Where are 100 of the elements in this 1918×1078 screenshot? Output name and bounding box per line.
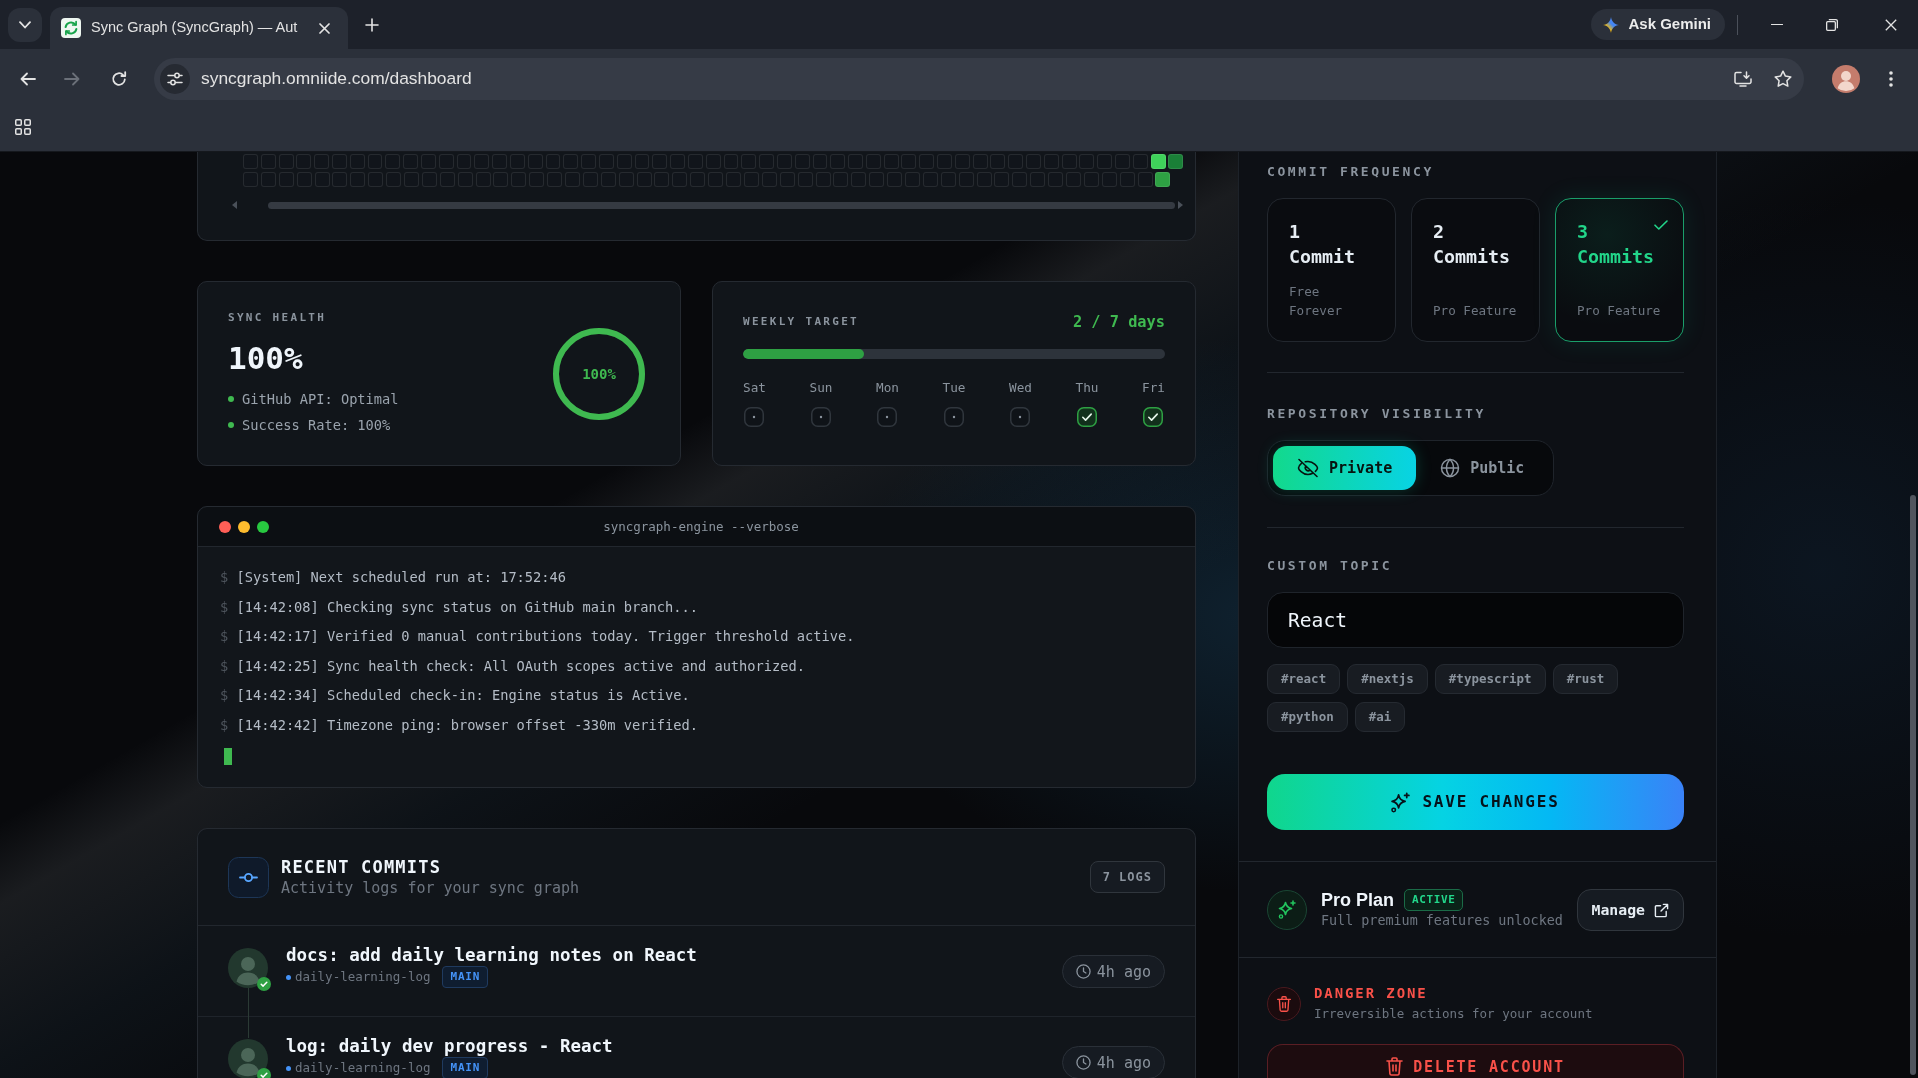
timeline-line bbox=[247, 988, 249, 1038]
prompt-symbol: $ bbox=[220, 597, 229, 617]
restore-icon[interactable] bbox=[1826, 18, 1838, 31]
topic-tag[interactable]: #python bbox=[1267, 702, 1348, 732]
manage-button[interactable]: Manage bbox=[1576, 889, 1684, 931]
scrollbar-thumb[interactable] bbox=[268, 201, 1175, 209]
section-label: COMMIT FREQUENCY bbox=[1267, 163, 1434, 181]
sliders-icon[interactable] bbox=[160, 63, 190, 94]
frequency-option[interactable]: 2 Commits Pro Feature bbox=[1411, 198, 1540, 342]
prompt-symbol: $ bbox=[220, 568, 229, 587]
day-label: Mon bbox=[876, 379, 899, 397]
status-text: GitHub API: Optimal bbox=[242, 389, 399, 409]
text-cursor-icon bbox=[224, 747, 232, 765]
sparkle-icon bbox=[1267, 890, 1307, 930]
eye-off-icon bbox=[1297, 458, 1319, 478]
branch-badge: MAIN bbox=[442, 1057, 489, 1078]
section-label: CUSTOM TOPIC bbox=[1267, 557, 1393, 575]
avatar-icon[interactable] bbox=[1832, 64, 1860, 93]
log-line: [14:42:42] Timezone ping: browser offset -330m verified. bbox=[236, 715, 698, 735]
day-label: Sat bbox=[743, 379, 766, 397]
topic-input[interactable]: React bbox=[1267, 592, 1684, 648]
external-link-icon bbox=[1654, 902, 1669, 918]
status-text: Success Rate: 100% bbox=[242, 415, 391, 435]
status-dot-icon bbox=[228, 395, 234, 402]
prompt-symbol: $ bbox=[220, 715, 229, 735]
close-dot-icon bbox=[219, 520, 231, 533]
trash-icon bbox=[1267, 986, 1301, 1021]
day-label: Thu bbox=[1075, 379, 1099, 397]
log-line: [14:42:25] Sync health check: All OAuth scopes active and authorized. bbox=[236, 656, 806, 676]
apps-grid-icon[interactable] bbox=[15, 119, 31, 135]
branch-badge: MAIN bbox=[442, 966, 489, 988]
log-line: [14:42:34] Scheduled check-in: Engine status is Active. bbox=[236, 686, 690, 706]
avatar-icon bbox=[228, 1039, 268, 1078]
prompt-symbol: $ bbox=[220, 656, 229, 676]
address-bar[interactable]: syncgraph.omniide.com/dashboard bbox=[154, 57, 1804, 100]
day-label: Sun bbox=[809, 379, 833, 397]
close-icon[interactable] bbox=[319, 22, 330, 34]
weekly-summary: 2 / 7 days bbox=[1072, 312, 1165, 332]
close-icon[interactable] bbox=[1885, 18, 1897, 31]
visibility-option-button[interactable]: Private bbox=[1273, 446, 1417, 490]
ask-gemini-button[interactable]: Ask Gemini bbox=[1591, 9, 1725, 40]
globe-icon bbox=[1440, 458, 1461, 478]
back-arrow-icon[interactable] bbox=[20, 71, 36, 86]
section-label: REPOSITORY VISIBILITY bbox=[1267, 405, 1486, 423]
health-percentage: 100% bbox=[228, 339, 303, 376]
tab-search-button[interactable] bbox=[8, 7, 42, 42]
section-title: RECENT COMMITS bbox=[281, 856, 442, 878]
frequency-option[interactable]: 3 Commits Pro Feature bbox=[1555, 198, 1684, 342]
minimize-dot-icon bbox=[238, 520, 250, 533]
minimize-icon[interactable] bbox=[1771, 23, 1783, 26]
star-icon[interactable] bbox=[1774, 70, 1792, 87]
log-line: [14:42:17] Verified 0 manual contributions today. Trigger threshold active. bbox=[236, 627, 855, 647]
visibility-option-button[interactable]: Public bbox=[1416, 446, 1549, 490]
danger-title: DANGER ZONE bbox=[1314, 984, 1428, 1002]
day-label: Fri bbox=[1142, 379, 1165, 397]
sync-arrows-icon bbox=[61, 18, 81, 38]
commit-message: log: daily dev progress - React bbox=[286, 1035, 613, 1057]
save-changes-button[interactable]: SAVE CHANGES bbox=[1267, 774, 1684, 830]
commit-time: 4h ago bbox=[1096, 961, 1151, 982]
card-label: SYNC HEALTH bbox=[228, 309, 327, 326]
terminal-title: syncgraph-engine --verbose bbox=[603, 518, 799, 535]
day-label: Wed bbox=[1009, 379, 1032, 397]
ring-percentage: 100% bbox=[582, 364, 616, 383]
commit-icon bbox=[228, 856, 269, 898]
frequency-option[interactable]: 1 Commit Free Forever bbox=[1267, 198, 1396, 342]
delete-account-button[interactable]: DELETE ACCOUNT bbox=[1267, 1044, 1684, 1078]
menu-icon[interactable] bbox=[1889, 70, 1893, 87]
repo-name: daily-learning-log bbox=[295, 968, 431, 986]
clock-icon bbox=[1075, 1055, 1091, 1070]
sparkle-icon bbox=[1603, 16, 1620, 33]
repo-name: daily-learning-log bbox=[295, 1059, 431, 1077]
plus-icon[interactable] bbox=[365, 17, 379, 32]
topic-tag[interactable]: #nextjs bbox=[1347, 664, 1428, 694]
avatar-icon bbox=[228, 948, 268, 988]
prompt-symbol: $ bbox=[220, 686, 229, 706]
browser-tab[interactable]: Sync Graph (SyncGraph) — Aut bbox=[50, 7, 348, 49]
plan-name: Pro Plan bbox=[1321, 889, 1395, 911]
topic-tag[interactable]: #react bbox=[1267, 664, 1341, 694]
prompt-symbol: $ bbox=[220, 627, 229, 647]
status-dot-icon bbox=[228, 421, 234, 428]
dot-icon bbox=[286, 974, 291, 980]
commit-message: docs: add daily learning notes on React bbox=[286, 944, 697, 966]
danger-description: Irreversible actions for your account bbox=[1314, 1005, 1593, 1023]
topic-tag[interactable]: #typescript bbox=[1434, 664, 1546, 694]
install-icon[interactable] bbox=[1734, 70, 1752, 87]
scrollbar-thumb[interactable] bbox=[1910, 495, 1916, 1075]
dot-icon bbox=[286, 1065, 291, 1071]
log-count-badge: 7 LOGS bbox=[1089, 861, 1165, 893]
clock-icon bbox=[1075, 964, 1091, 979]
section-subtitle: Activity logs for your sync graph bbox=[281, 878, 579, 898]
maximize-dot-icon bbox=[257, 520, 269, 533]
log-line: [System] Next scheduled run at: 17:52:46 bbox=[236, 568, 567, 587]
topic-tag[interactable]: #ai bbox=[1354, 702, 1406, 732]
sparkle-icon bbox=[1391, 791, 1411, 813]
reload-icon[interactable] bbox=[111, 70, 127, 87]
card-label: WEEKLY TARGET bbox=[743, 314, 859, 330]
commit-time: 4h ago bbox=[1096, 1052, 1151, 1073]
plan-description: Full premium features unlocked bbox=[1321, 912, 1563, 930]
status-badge: ACTIVE bbox=[1404, 889, 1464, 911]
topic-tag[interactable]: #rust bbox=[1552, 664, 1619, 694]
